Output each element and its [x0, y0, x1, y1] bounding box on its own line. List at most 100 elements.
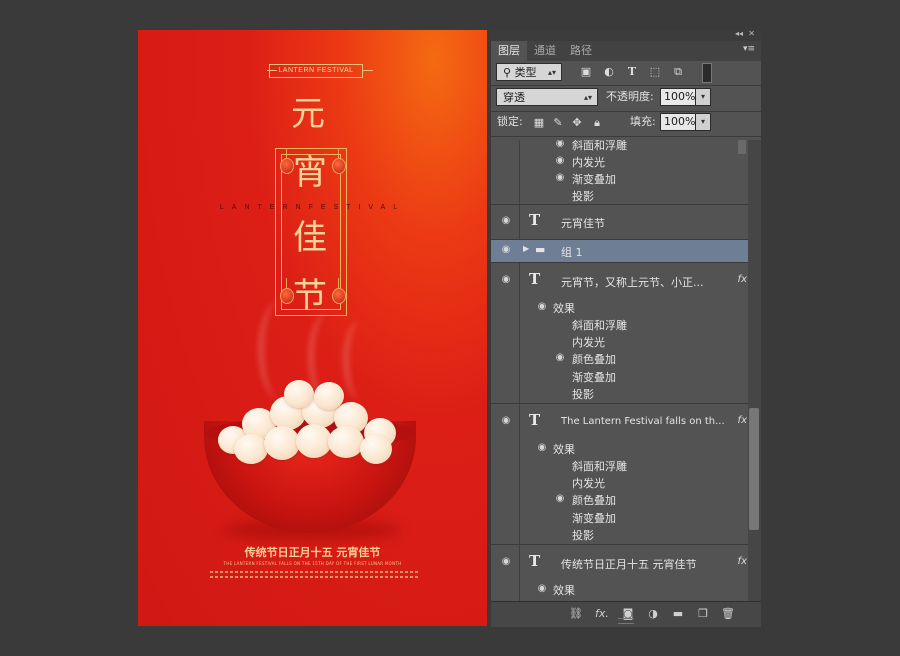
- eye-icon[interactable]: ◉: [535, 301, 549, 312]
- eye-icon[interactable]: ◉: [499, 556, 513, 567]
- eye-icon[interactable]: ◉: [499, 415, 513, 426]
- opacity-chevron-icon[interactable]: ▾: [695, 88, 711, 106]
- eye-icon[interactable]: ◉: [553, 172, 567, 183]
- trash-icon[interactable]: 🗑︎: [721, 607, 735, 620]
- lantern-string: [286, 278, 287, 288]
- effect-item[interactable]: 斜面和浮雕: [572, 458, 627, 474]
- effect-item[interactable]: 颜色叠加: [572, 351, 616, 367]
- layer-scroll-indicator: [738, 140, 746, 154]
- effect-item[interactable]: 投影: [572, 386, 594, 402]
- effect-item[interactable]: 渐变叠加: [572, 510, 616, 526]
- new-layer-icon[interactable]: ❐: [696, 607, 710, 620]
- filter-kind-dropdown[interactable]: ⚲ 类型 ▴▾: [496, 63, 562, 81]
- opacity-label: 不透明度:: [606, 90, 654, 103]
- top-banner: LANTERN FESTIVAL: [138, 64, 487, 78]
- eye-icon[interactable]: ◉: [535, 442, 549, 453]
- eye-icon[interactable]: ◉: [553, 352, 567, 363]
- close-icon[interactable]: ✕: [748, 29, 755, 38]
- layers-scrollbar[interactable]: [748, 140, 761, 601]
- fx-icon[interactable]: fx.: [595, 607, 609, 620]
- tangyuan: [234, 434, 268, 464]
- eye-icon[interactable]: ◉: [499, 244, 513, 255]
- document-canvas[interactable]: LANTERN FESTIVAL 元 宵 LANTERNFESTIVAL 佳 节…: [138, 30, 487, 626]
- effect-item[interactable]: 渐变叠加: [572, 171, 616, 187]
- fx-icon[interactable]: fx: [738, 274, 747, 285]
- effects-label[interactable]: 效果: [553, 582, 575, 598]
- opacity-input[interactable]: 100%: [660, 88, 696, 106]
- adjustment-filter-icon[interactable]: ◐: [602, 65, 616, 79]
- lock-all-icon[interactable]: 🔒︎: [590, 116, 604, 130]
- lantern-string: [338, 278, 339, 288]
- shape-filter-icon[interactable]: ⬚: [648, 65, 662, 79]
- fx-icon[interactable]: fx: [738, 415, 747, 426]
- effect-item[interactable]: 内发光: [572, 334, 605, 350]
- layers-panel: ◂◂ ✕ 图层 通道 路径 ▾≡ ⚲ 类型 ▴▾ ▣ ◐ T ⬚ ⧉ 穿透 ▴▾…: [491, 29, 761, 627]
- effect-item[interactable]: 颜色叠加: [572, 492, 616, 508]
- eye-icon[interactable]: ◉: [499, 215, 513, 226]
- fill-chevron-icon[interactable]: ▾: [695, 113, 711, 131]
- fine-print-line: [210, 576, 418, 578]
- lock-label: 锁定:: [497, 115, 523, 128]
- tab-paths[interactable]: 路径: [563, 41, 599, 61]
- bottom-subtitle: THE LANTERN FESTIVAL FALLS ON THE 15TH D…: [223, 561, 402, 566]
- adjustment-layer-icon[interactable]: ◑: [646, 607, 660, 620]
- double-chevron-left-icon[interactable]: ◂◂: [735, 29, 743, 38]
- eye-icon[interactable]: ◉: [553, 140, 567, 149]
- lock-position-icon[interactable]: ✥: [570, 116, 584, 130]
- tangyuan: [360, 434, 392, 464]
- lantern-icon: [332, 288, 346, 304]
- eye-icon[interactable]: ◉: [499, 274, 513, 285]
- new-group-icon[interactable]: ▬: [671, 607, 685, 620]
- layer-name[interactable]: 元宵佳节: [561, 215, 605, 231]
- eye-icon[interactable]: ◉: [553, 155, 567, 166]
- fill-input[interactable]: 100%: [660, 113, 696, 131]
- lock-transparent-icon[interactable]: ▦: [532, 116, 546, 130]
- tab-layers[interactable]: 图层: [491, 41, 527, 61]
- folder-icon: ▬: [535, 243, 546, 256]
- fx-icon[interactable]: fx: [738, 556, 747, 567]
- lock-image-icon[interactable]: ✎: [551, 116, 565, 130]
- layer-row[interactable]: ◉ T 元宵佳节: [491, 205, 748, 239]
- effect-item[interactable]: 内发光: [572, 154, 605, 170]
- effect-item[interactable]: 渐变叠加: [572, 369, 616, 385]
- effect-item[interactable]: 斜面和浮雕: [572, 317, 627, 333]
- effect-item[interactable]: 内发光: [572, 475, 605, 491]
- link-layers-icon[interactable]: ⛓: [569, 607, 583, 620]
- eye-icon[interactable]: ◉: [535, 583, 549, 594]
- layer-row[interactable]: ◉ T 传统节日正月十五 元宵佳节 fx ◉ 效果: [491, 545, 748, 601]
- layer-row-selected[interactable]: ◉ ▶ ▬ 组 1: [491, 240, 748, 262]
- layer-name[interactable]: 组 1: [561, 244, 583, 260]
- layer-row[interactable]: ◉ T The Lantern Festival falls on th... …: [491, 404, 748, 544]
- chevron-updown-icon: ▴▾: [547, 68, 556, 77]
- effect-item[interactable]: 斜面和浮雕: [572, 140, 627, 153]
- visibility-column: [491, 140, 520, 204]
- layer-row[interactable]: ◉ T 元宵节，又称上元节、小正... fx ◉ 效果 斜面和浮雕 内发光 ◉ …: [491, 263, 748, 403]
- lantern-icon: [332, 158, 346, 174]
- lantern-string: [286, 148, 287, 158]
- layer-name[interactable]: The Lantern Festival falls on th...: [561, 416, 725, 427]
- scrollbar-thumb[interactable]: [749, 408, 759, 530]
- effects-label[interactable]: 效果: [553, 300, 575, 316]
- banner-line-right: [363, 70, 373, 71]
- type-filter-icon[interactable]: T: [625, 65, 639, 79]
- tab-channels[interactable]: 通道: [527, 41, 563, 61]
- title-char-2: 宵: [293, 153, 327, 193]
- blend-mode-dropdown[interactable]: 穿透 ▴▾: [496, 88, 598, 106]
- effects-label[interactable]: 效果: [553, 441, 575, 457]
- panel-menu-icon[interactable]: ▾≡: [743, 44, 755, 54]
- image-filter-icon[interactable]: ▣: [579, 65, 593, 79]
- layer-name[interactable]: 元宵节，又称上元节、小正...: [561, 274, 704, 290]
- banner-text: LANTERN FESTIVAL: [269, 64, 363, 78]
- eye-icon[interactable]: ◉: [553, 493, 567, 504]
- layer-name[interactable]: 传统节日正月十五 元宵佳节: [561, 556, 697, 572]
- resize-grip[interactable]: [618, 618, 634, 624]
- tangyuan: [328, 426, 364, 458]
- tangyuan: [314, 382, 344, 410]
- smart-object-filter-icon[interactable]: ⧉: [671, 65, 685, 79]
- divider: [491, 111, 761, 112]
- text-layer-icon: T: [529, 211, 541, 229]
- effect-item[interactable]: 投影: [572, 188, 594, 204]
- expand-triangle-icon[interactable]: ▶: [523, 244, 529, 253]
- effect-item[interactable]: 投影: [572, 527, 594, 543]
- filter-toggle-icon[interactable]: [702, 63, 712, 83]
